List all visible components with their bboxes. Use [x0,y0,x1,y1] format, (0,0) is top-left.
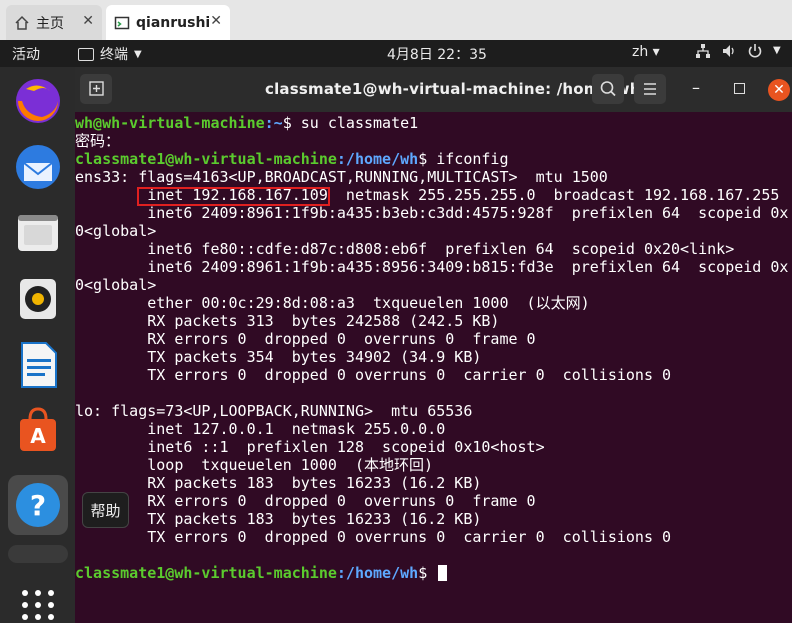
dock-thunderbird[interactable] [8,137,68,197]
search-icon [600,81,616,97]
clock[interactable]: 4月8日 22：35 [387,44,487,64]
terminal-line: classmate1@wh-virtual-machine:/home/wh$ [75,564,792,582]
input-method-indicator[interactable]: zh ▾ [632,44,660,60]
terminal-line: 0<global> [75,222,157,240]
close-icon[interactable]: ✕ [768,79,790,101]
browser-tab-strip: 主页 ✕ qianrushi ✕ [0,0,792,40]
system-tray[interactable]: ▼ [695,43,781,59]
prompt-user: classmate1@wh-virtual-machine [75,564,337,582]
app-menu-label: 终端 [100,47,128,63]
search-button[interactable] [592,74,624,104]
show-apps-icon[interactable] [22,590,56,622]
writer-icon [21,342,57,388]
network-icon [696,44,710,58]
volume-icon [723,45,734,57]
terminal-line: 密码： [75,132,121,150]
dock-writer[interactable] [8,335,68,395]
chevron-down-icon: ▼ [773,45,781,56]
terminal-headerbar: classmate1@wh-virtual-machine: /home/wh … [75,67,792,112]
thunderbird-icon [16,145,60,189]
terminal-line: lo: flags=73<UP,LOOPBACK,RUNNING> mtu 65… [75,402,473,420]
terminal-line: TX errors 0 dropped 0 overruns 0 carrier… [75,528,672,546]
tab-home[interactable]: 主页 ✕ [6,5,102,40]
app-menu[interactable]: 终端 ▼ [78,44,142,64]
terminal-line: TX packets 183 bytes 16233 (16.2 KB) [75,510,482,528]
terminal-line: ens33: flags=4163<UP,BROADCAST,RUNNING,M… [75,168,608,186]
prompt-command: $ su classmate1 [282,114,419,132]
menu-button[interactable] [634,74,666,104]
terminal-icon [78,47,94,61]
terminal-line: RX errors 0 dropped 0 overruns 0 frame 0 [75,330,536,348]
prompt-path: :/home/wh [336,564,419,582]
terminal-line: classmate1@wh-virtual-machine:/home/wh$ … [75,150,792,168]
dock-rhythmbox[interactable] [8,269,68,329]
dock-help[interactable]: ? [8,475,68,535]
svg-text:A: A [30,424,46,448]
prompt-path: :~ [264,114,283,132]
prompt-command: $ ifconfig [418,150,509,168]
terminal-output[interactable]: wh@wh-virtual-machine:~$ su classmate1 密… [75,114,792,623]
gnome-top-bar: 活动 终端 ▼ 4月8日 22：35 zh ▾ ▼ [0,40,792,67]
rhythmbox-icon [20,279,56,319]
terminal-line: inet6 2409:8961:1f9b:a435:b3eb:c3dd:4575… [75,204,789,222]
svg-text:?: ? [30,489,46,522]
minimize-icon[interactable]: – [692,78,700,97]
terminal-tab-icon [114,16,130,29]
help-icon: ? [16,483,60,527]
input-method-label: zh [632,44,649,60]
new-tab-button[interactable] [80,74,112,104]
activities-button[interactable]: 活动 [12,44,40,64]
tab-qianrushi-label: qianrushi [136,14,211,31]
chevron-down-icon: ▼ [134,48,142,60]
files-icon [18,215,58,251]
close-icon[interactable]: ✕ [210,13,222,29]
text-cursor [438,565,448,581]
prompt-path: :/home/wh [336,150,419,168]
terminal-line: inet 127.0.0.1 netmask 255.0.0.0 [75,420,446,438]
prompt-user: classmate1@wh-virtual-machine [75,150,337,168]
terminal-line: inet6 fe80::cdfe:d87c:d808:eb6f prefixle… [75,240,735,258]
prompt-user: wh@wh-virtual-machine [75,114,265,132]
dock-firefox[interactable] [8,71,68,131]
dock-files[interactable] [8,203,68,263]
tab-qianrushi[interactable]: qianrushi ✕ [106,5,230,40]
terminal-line: TX packets 354 bytes 34902 (34.9 KB) [75,348,482,366]
dock: A ? [0,67,75,623]
terminal-line: RX errors 0 dropped 0 overruns 0 frame 0 [75,492,536,510]
window-title: classmate1@wh-virtual-machine: /home/wh [265,80,641,98]
tab-home-label: 主页 [36,15,64,32]
home-icon [15,15,29,30]
dock-software[interactable]: A [8,401,68,461]
terminal-line: TX errors 0 dropped 0 overruns 0 carrier… [75,366,672,384]
firefox-icon [16,79,60,123]
prompt-command: $ [418,564,437,582]
terminal-line: wh@wh-virtual-machine:~$ su classmate1 [75,114,792,132]
terminal-line: ether 00:0c:29:8d:08:a3 txqueuelen 1000 … [75,294,590,312]
terminal-line: inet6 ::1 prefixlen 128 scopeid 0x10<hos… [75,438,545,456]
ip-highlight-box [137,187,330,206]
terminal-line: RX packets 313 bytes 242588 (242.5 KB) [75,312,500,330]
maximize-icon[interactable] [734,83,745,94]
terminal-line: inet6 2409:8961:1f9b:a435:8956:3409:b815… [75,258,789,276]
terminal-line: 0<global> [75,276,157,294]
terminal-line: loop txqueuelen 1000 (本地环回) [75,456,434,474]
hamburger-icon [644,83,656,95]
dock-terminal[interactable] [8,545,68,563]
terminal-line: RX packets 183 bytes 16233 (16.2 KB) [75,474,482,492]
software-icon: A [20,407,56,451]
new-tab-icon [89,81,104,96]
power-icon [748,44,762,58]
close-icon[interactable]: ✕ [82,13,94,29]
